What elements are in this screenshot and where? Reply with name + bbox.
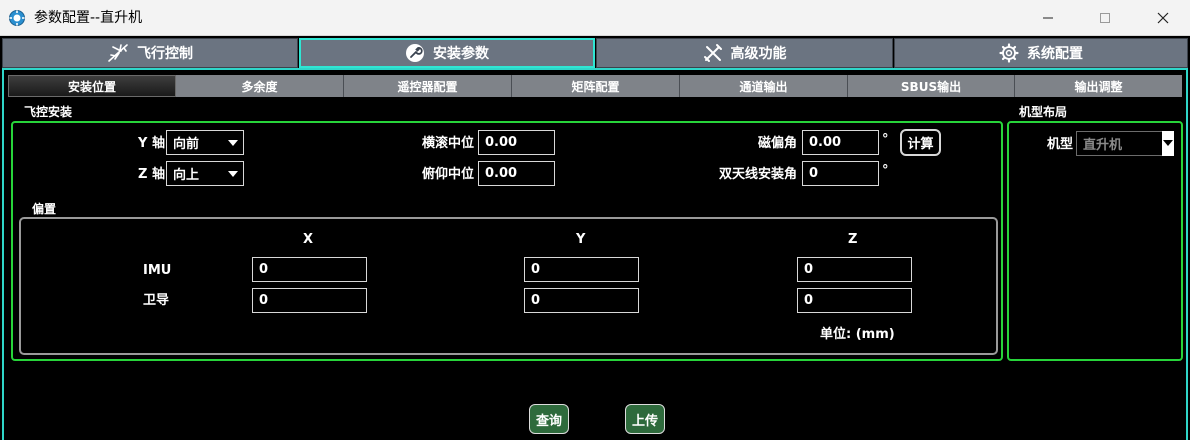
tab-advanced-label: 高级功能: [730, 46, 787, 62]
mag-declination-label: 磁偏角: [758, 136, 798, 151]
subtab-output-adjust-label: 输出调整: [1074, 79, 1123, 94]
gnss-y-input[interactable]: 0: [524, 288, 639, 313]
imu-y-value: 0: [531, 262, 541, 277]
gnss-z-input[interactable]: 0: [797, 288, 912, 313]
model-select[interactable]: 直升机: [1076, 131, 1174, 156]
offset-unit-label: 单位: (mm): [820, 327, 895, 342]
window-title: 参数配置--直升机: [34, 10, 143, 26]
maximize-button[interactable]: [1082, 0, 1128, 36]
y-axis-value: 向前: [173, 137, 200, 152]
pitch-center-value: 0.00: [485, 166, 518, 181]
y-axis-label: Y 轴: [138, 136, 165, 151]
offset-row-gnss-label: 卫导: [143, 293, 170, 308]
chevron-down-icon: [228, 140, 238, 146]
z-axis-value: 向上: [173, 168, 200, 183]
tab-system-config-label: 系统配置: [1027, 46, 1083, 62]
mount-section-title: 飞控安装: [24, 105, 73, 119]
gnss-z-value: 0: [804, 293, 814, 308]
imu-z-value: 0: [804, 262, 814, 277]
upload-button-label: 上传: [631, 413, 658, 429]
upload-button[interactable]: 上传: [625, 404, 665, 434]
dual-antenna-label: 双天线安装角: [719, 167, 798, 182]
subtab-sbus-output[interactable]: SBUS输出: [848, 75, 1015, 97]
roll-center-label: 横滚中位: [422, 136, 475, 151]
mag-declination-input[interactable]: 0.00: [802, 130, 879, 155]
subtab-install-position[interactable]: 安装位置: [8, 75, 176, 97]
subtab-matrix-config-label: 矩阵配置: [571, 79, 620, 94]
subtab-redundancy-label: 多余度: [241, 79, 278, 94]
imu-x-value: 0: [259, 262, 269, 277]
calc-button[interactable]: 计算: [900, 129, 941, 156]
maximize-icon: [1100, 13, 1110, 23]
query-button[interactable]: 查询: [529, 404, 569, 434]
z-axis-select[interactable]: 向上: [166, 161, 244, 186]
imu-y-input[interactable]: 0: [524, 257, 639, 282]
tab-flight-control-label: 飞行控制: [137, 46, 193, 62]
calc-button-label: 计算: [907, 137, 934, 152]
dual-antenna-input[interactable]: 0: [802, 161, 879, 186]
roll-center-input[interactable]: 0.00: [478, 130, 555, 155]
y-axis-select[interactable]: 向前: [166, 130, 244, 155]
tab-flight-control[interactable]: 飞行控制: [2, 38, 298, 68]
subtab-redundancy[interactable]: 多余度: [176, 75, 344, 97]
tab-advanced[interactable]: 高级功能: [596, 38, 893, 68]
imu-x-input[interactable]: 0: [252, 257, 367, 282]
tools-icon: [703, 44, 722, 62]
subtab-sbus-output-label: SBUS输出: [900, 79, 962, 94]
model-label: 机型: [1047, 137, 1074, 152]
offset-column-y: Y: [576, 232, 586, 247]
roll-center-value: 0.00: [485, 135, 518, 150]
subtab-channel-output-label: 通道输出: [739, 79, 788, 94]
dual-antenna-unit: °: [882, 163, 889, 178]
gear-icon: [999, 43, 1019, 63]
offset-column-z: Z: [848, 232, 858, 247]
subtab-rc-config-label: 遥控器配置: [397, 79, 458, 94]
tab-install-params-label: 安装参数: [433, 46, 489, 62]
model-value: 直升机: [1083, 138, 1123, 153]
tab-install-params[interactable]: 安装参数: [299, 38, 595, 68]
subtab-rc-config[interactable]: 遥控器配置: [344, 75, 512, 97]
pitch-center-input[interactable]: 0.00: [478, 161, 555, 186]
subtab-output-adjust[interactable]: 输出调整: [1015, 75, 1182, 97]
airplane-icon: [108, 44, 128, 62]
layout-group-box: [1007, 121, 1183, 361]
gnss-x-input[interactable]: 0: [252, 288, 367, 313]
offset-section-title: 偏置: [32, 202, 57, 216]
wrench-icon: [406, 44, 424, 62]
chevron-down-icon: [1162, 131, 1174, 156]
gnss-y-value: 0: [531, 293, 541, 308]
subtab-matrix-config[interactable]: 矩阵配置: [512, 75, 680, 97]
z-axis-label: Z 轴: [138, 167, 165, 182]
minimize-button[interactable]: [1025, 0, 1071, 36]
main-tab-bar: 飞行控制 安装参数 高级功能 系统配置: [0, 38, 1190, 68]
mag-declination-value: 0.00: [809, 135, 842, 150]
offset-column-x: X: [303, 232, 314, 247]
offset-row-imu-label: IMU: [143, 263, 172, 278]
subtab-install-position-label: 安装位置: [67, 79, 116, 94]
subtab-channel-output[interactable]: 通道输出: [680, 75, 848, 97]
tab-system-config[interactable]: 系统配置: [894, 38, 1188, 68]
mag-declination-unit: °: [882, 132, 889, 147]
close-button[interactable]: [1140, 0, 1186, 36]
chevron-down-icon: [228, 171, 238, 177]
dual-antenna-value: 0: [809, 166, 819, 181]
imu-z-input[interactable]: 0: [797, 257, 912, 282]
close-icon: [1157, 12, 1169, 24]
gnss-x-value: 0: [259, 293, 269, 308]
sub-tab-bar: 安装位置 多余度 遥控器配置 矩阵配置 通道输出 SBUS输出 输出调整: [8, 75, 1182, 97]
query-button-label: 查询: [535, 413, 562, 429]
layout-section-title: 机型布局: [1019, 105, 1068, 119]
pitch-center-label: 俯仰中位: [422, 167, 475, 182]
minimize-icon: [1043, 17, 1053, 19]
title-bar: 参数配置--直升机: [0, 0, 1190, 36]
gear-app-icon: [9, 10, 25, 26]
